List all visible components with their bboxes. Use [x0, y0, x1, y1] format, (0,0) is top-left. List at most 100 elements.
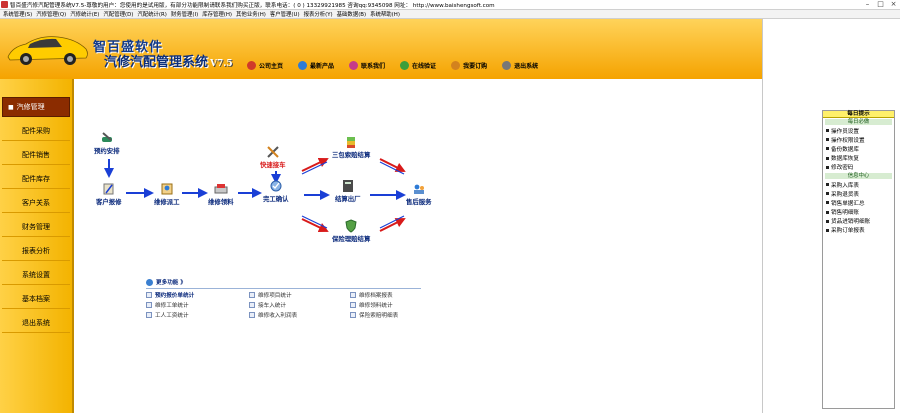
bullet-icon: [826, 156, 829, 160]
link-wage-stats[interactable]: 工人工资统计: [146, 311, 249, 319]
menu-parts[interactable]: 汽配管理(D): [101, 10, 135, 18]
menu-parts-stats[interactable]: 汽配统计(R): [135, 10, 169, 18]
tools-icon: [267, 146, 279, 158]
verify-icon: [400, 60, 410, 70]
homepage-button[interactable]: 公司主页: [247, 59, 283, 71]
menu-reports[interactable]: 报表分析(Y): [302, 10, 335, 18]
more-functions-divider: [146, 288, 421, 289]
tip-item[interactable]: 销售明细账: [823, 208, 894, 217]
calculator-icon: [342, 180, 353, 192]
daily-tips-box: 每日提示 每日必做 操作员设置 操作权限设置 备份数据库 数据库恢复 修改密码 …: [822, 110, 895, 409]
tip-item[interactable]: 销售单据汇总: [823, 198, 894, 207]
tip-label: 备份数据库: [831, 146, 859, 153]
link-reception-stats[interactable]: 接车入统计: [249, 301, 350, 309]
new-products-button[interactable]: 最新产品: [298, 59, 334, 71]
menu-help[interactable]: 系统帮助(H): [368, 10, 402, 18]
sidebar-item-reports[interactable]: 报表分析: [2, 241, 70, 261]
sidebar-item-archives[interactable]: 基本档案: [2, 289, 70, 309]
flow-node-reception[interactable]: 客户报修: [96, 182, 122, 206]
home-icon: [247, 60, 256, 70]
tip-label: 操作权限设置: [831, 137, 865, 144]
exit-system-label: 退出系统: [514, 62, 539, 70]
sidebar-item-label: 配件库存: [22, 174, 50, 183]
flow-node-material[interactable]: 维修领料: [208, 182, 234, 206]
flow-node-tripartite[interactable]: 三包索赔结算: [332, 135, 370, 159]
shield-icon: [345, 219, 357, 233]
link-label: 维修收入利润表: [258, 313, 298, 319]
menu-basic-data[interactable]: 基础数据(B): [335, 10, 368, 18]
workflow-area: 预约安排 客户报修 维修派工 维修领料 完工确认 快速接车 三包索赔结算 结算出…: [74, 79, 762, 413]
menu-inventory[interactable]: 库存管理(H): [200, 10, 234, 18]
sidebar-item-stock[interactable]: 配件库存: [2, 169, 70, 189]
tip-item[interactable]: 操作员设置: [823, 126, 894, 135]
sidebar-item-label: 汽修管理: [16, 103, 45, 111]
flow-node-booking[interactable]: 预约安排: [94, 131, 120, 155]
maximize-icon[interactable]: □: [874, 0, 887, 9]
link-work-order-stats[interactable]: 维修工单统计: [146, 301, 249, 309]
link-repair-archive[interactable]: 维修档案报表: [350, 291, 421, 299]
sidebar-item-crm[interactable]: 客户关系: [2, 193, 70, 213]
arrow-insurance-aftersale: [379, 218, 406, 232]
tip-label: 货品进销明细账: [831, 219, 871, 226]
sidebar-item-settings[interactable]: 系统设置: [2, 265, 70, 285]
flow-arrows: [104, 157, 406, 233]
tip-item[interactable]: 采购入库表: [823, 180, 894, 189]
flow-node-settlement[interactable]: 结算出厂: [335, 179, 361, 203]
stack-icon: [347, 137, 356, 148]
report-icon: [146, 312, 152, 318]
sidebar: ■ 汽修管理 配件采购 配件销售 配件库存 客户关系 财务管理 报表分析 系统设…: [0, 79, 74, 413]
more-functions-grid: 预约报价单统计 维修项目统计 维修档案报表 维修工单统计 接车入统计 维修领料统…: [146, 291, 421, 319]
link-quote-stats[interactable]: 预约报价单统计: [146, 291, 249, 299]
sidebar-item-sales[interactable]: 配件销售: [2, 145, 70, 165]
menu-repair[interactable]: 汽修管理(Q): [34, 10, 68, 18]
flow-node-completion[interactable]: 完工确认: [263, 179, 289, 203]
bullet-icon: [826, 210, 829, 214]
link-income-profit[interactable]: 维修收入利润表: [249, 311, 350, 319]
flow-node-insurance[interactable]: 保险理赔结算: [332, 219, 370, 243]
flow-label-tripartite: 三包索赔结算: [332, 151, 371, 159]
exit-icon: [502, 60, 512, 70]
minimize-icon[interactable]: –: [861, 0, 874, 9]
link-insurance-claims[interactable]: 保险索赔明细表: [350, 311, 421, 319]
sidebar-item-label: 配件销售: [22, 150, 50, 159]
report-icon: [249, 302, 255, 308]
menu-finance[interactable]: 财务管理(I): [169, 10, 200, 18]
tip-item[interactable]: 操作权限设置: [823, 135, 894, 144]
sidebar-item-repair[interactable]: ■ 汽修管理: [2, 97, 70, 117]
completion-icon: [270, 180, 282, 192]
tip-item[interactable]: 备份数据库: [823, 144, 894, 153]
flow-node-dispatch[interactable]: 维修派工: [154, 182, 180, 206]
tip-label: 采购入库表: [831, 182, 859, 189]
close-icon[interactable]: ×: [887, 0, 900, 9]
sidebar-item-purchase[interactable]: 配件采购: [2, 121, 70, 141]
flow-node-quick[interactable]: 快速接车: [260, 145, 286, 169]
online-verify-label: 在线验证: [412, 62, 437, 70]
bullet-icon: [826, 165, 829, 169]
tip-item[interactable]: 数据库恢复: [823, 154, 894, 163]
report-icon: [249, 292, 255, 298]
more-functions-title[interactable]: 更多功能 》: [146, 278, 421, 286]
link-material-stats[interactable]: 维修领料统计: [350, 301, 421, 309]
exit-system-button[interactable]: 退出系统: [502, 59, 538, 71]
menu-other[interactable]: 其他业务(H): [234, 10, 268, 18]
tip-item[interactable]: 采购退货表: [823, 189, 894, 198]
contact-us-button[interactable]: 联系我们: [349, 59, 385, 71]
tip-item[interactable]: 采购订单报表: [823, 226, 894, 235]
sidebar-item-label: 财务管理: [22, 222, 50, 231]
sidebar-item-exit[interactable]: 退出系统: [2, 313, 70, 333]
link-repair-item-stats[interactable]: 维修项目统计: [249, 291, 350, 299]
tip-item[interactable]: 货品进销明细账: [823, 217, 894, 226]
menu-repair-stats[interactable]: 汽修统计(E): [68, 10, 101, 18]
menu-system[interactable]: 系统管理(S): [1, 10, 34, 18]
bullet-icon: [826, 201, 829, 205]
link-label: 维修档案报表: [359, 293, 393, 299]
link-label: 接车入统计: [258, 303, 286, 309]
tip-item[interactable]: 修改密码: [823, 163, 894, 172]
bullet-icon: [826, 147, 829, 151]
sidebar-item-finance[interactable]: 财务管理: [2, 217, 70, 237]
online-verify-button[interactable]: 在线验证: [400, 59, 436, 71]
menu-customer[interactable]: 客户管理(U): [268, 10, 302, 18]
link-label: 维修领料统计: [359, 303, 393, 309]
order-button[interactable]: 我要订购: [451, 59, 487, 71]
flow-node-aftersale[interactable]: 售后服务: [406, 182, 432, 206]
